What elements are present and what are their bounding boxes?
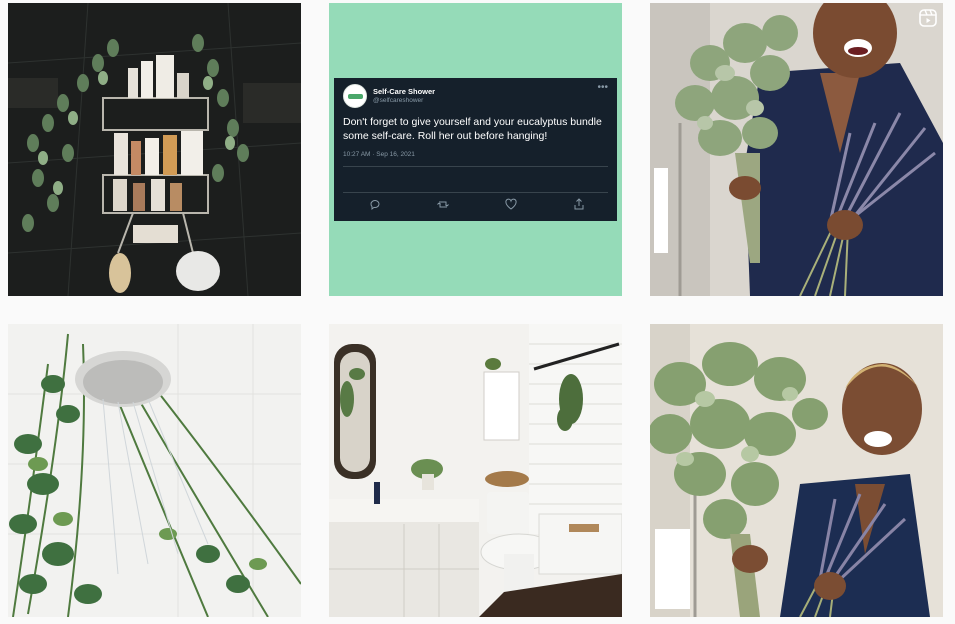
tweet-avatar: [343, 84, 367, 108]
tweet-text: Don't forget to give yourself and your e…: [343, 116, 602, 142]
tweet-display-name: Self-Care Shower: [373, 87, 436, 96]
post-rosemary-showerhead[interactable]: [8, 324, 301, 617]
woman-bundles-photo: [650, 3, 943, 296]
divider: [343, 192, 608, 193]
tweet-card: Self-Care Shower @selfcareshower ••• Don…: [334, 78, 617, 221]
more-icon: •••: [597, 82, 608, 93]
woman-bundles-2-photo: [650, 324, 943, 617]
tweet-actions: [334, 197, 617, 211]
rosemary-showerhead-photo: [8, 324, 301, 617]
share-icon: [572, 197, 586, 211]
post-woman-bundles[interactable]: [650, 3, 943, 296]
post-woman-bundles-2[interactable]: [650, 324, 943, 617]
reply-icon: [368, 197, 382, 211]
tweet-handle: @selfcareshower: [373, 97, 424, 104]
retweet-icon: [436, 197, 450, 211]
shower-caddy-photo: [8, 3, 301, 296]
like-icon: [504, 197, 518, 211]
post-bathroom[interactable]: [329, 324, 622, 617]
bathroom-photo: [329, 324, 622, 617]
post-tweet[interactable]: Self-Care Shower @selfcareshower ••• Don…: [329, 3, 622, 296]
divider: [343, 166, 608, 167]
post-grid: Self-Care Shower @selfcareshower ••• Don…: [0, 0, 955, 624]
reel-icon: [919, 9, 937, 27]
post-shower-caddy[interactable]: [8, 3, 301, 296]
tweet-timestamp: 10:27 AM · Sep 16, 2021: [343, 151, 415, 158]
